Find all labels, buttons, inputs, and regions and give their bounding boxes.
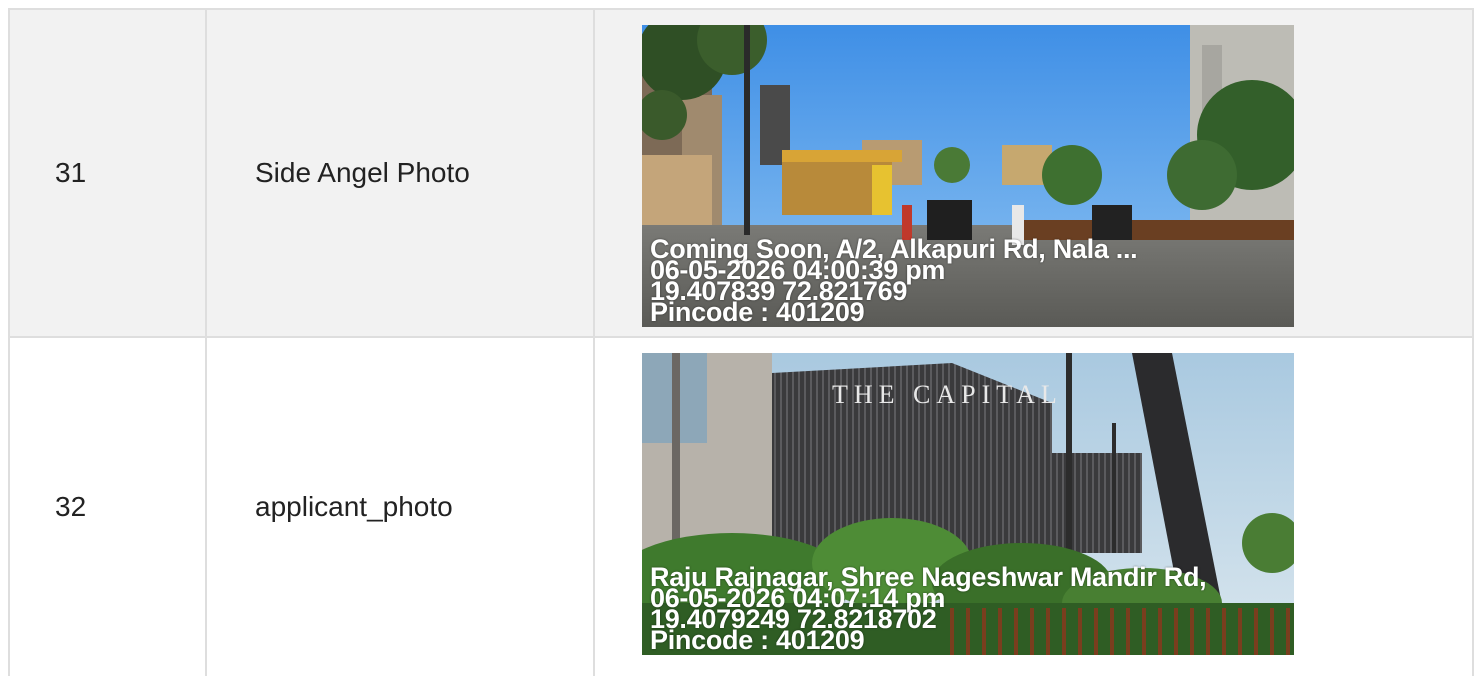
row-label: applicant_photo [205, 336, 593, 676]
building-photo[interactable]: THE CAPITAL Raju Rajnagar, Shree Nageshw… [642, 353, 1294, 655]
building-signage: THE CAPITAL [832, 380, 1063, 409]
table-row: 32 applicant_photo THE CAPITAL Raju Rajn… [8, 336, 1474, 676]
table-row: 31 Side Angel Photo Coming Soon, A/2, Al… [8, 8, 1474, 336]
geotag-pincode: Pincode : 401209 [650, 297, 865, 327]
photo-geotag-overlay: Raju Rajnagar, Shree Nageshwar Mandir Rd… [650, 564, 1286, 655]
row-number: 31 [8, 8, 205, 336]
street-scene-photo[interactable]: Coming Soon, A/2, Alkapuri Rd, Nala ... … [642, 25, 1294, 327]
geotag-pincode: Pincode : 401209 [650, 625, 865, 655]
row-number: 32 [8, 336, 205, 676]
photo-geotag-overlay: Coming Soon, A/2, Alkapuri Rd, Nala ... … [650, 236, 1286, 327]
row-label: Side Angel Photo [205, 8, 593, 336]
photo-cell: THE CAPITAL Raju Rajnagar, Shree Nageshw… [593, 336, 1474, 676]
photo-cell: Coming Soon, A/2, Alkapuri Rd, Nala ... … [593, 8, 1474, 336]
